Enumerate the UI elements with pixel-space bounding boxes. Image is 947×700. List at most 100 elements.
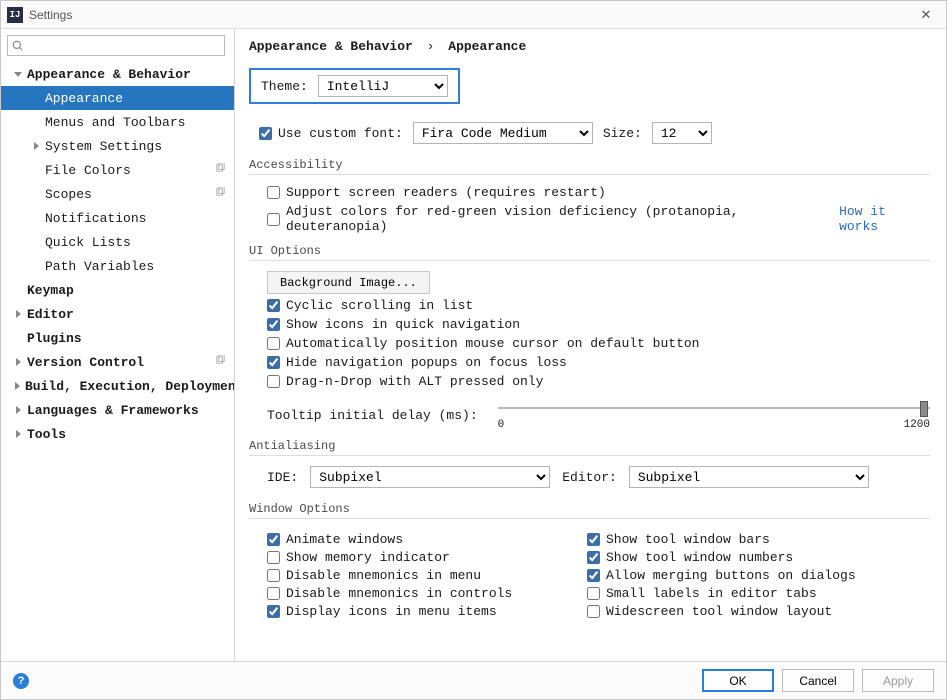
ok-button[interactable]: OK bbox=[702, 669, 774, 692]
cyclic-scrolling-checkbox[interactable]: Cyclic scrolling in list bbox=[267, 298, 473, 313]
aa-ide-label: IDE: bbox=[267, 470, 298, 485]
tree-indent bbox=[31, 213, 41, 223]
window-option-small-labels-in-editor-tabs[interactable]: Small labels in editor tabs bbox=[587, 586, 817, 601]
settings-sidebar: Appearance & Behavior Appearance Menus and… bbox=[1, 29, 235, 661]
ui-options-heading: UI Options bbox=[249, 244, 930, 261]
sidebar-item-languages-frameworks[interactable]: Languages & Frameworks bbox=[1, 398, 234, 422]
window-option-widescreen-tool-window-layout[interactable]: Widescreen tool window layout bbox=[587, 604, 832, 619]
sidebar-item-version-control[interactable]: Version Control bbox=[1, 350, 234, 374]
sidebar-item-appearance-behavior[interactable]: Appearance & Behavior bbox=[1, 62, 234, 86]
chevron-right-icon[interactable] bbox=[13, 309, 23, 319]
tree-indent bbox=[31, 165, 41, 175]
color-deficiency-checkbox[interactable]: Adjust colors for red-green vision defic… bbox=[267, 204, 831, 234]
chevron-right-icon[interactable] bbox=[13, 357, 23, 367]
tree-indent bbox=[31, 117, 41, 127]
font-size-combo[interactable]: 12 bbox=[652, 122, 712, 144]
chevron-right-icon[interactable] bbox=[31, 141, 41, 151]
tree-indent bbox=[31, 261, 41, 271]
sidebar-item-quick-lists[interactable]: Quick Lists bbox=[1, 230, 234, 254]
window-titlebar: IJ Settings ✕ bbox=[1, 1, 946, 29]
tooltip-delay-slider[interactable]: 0 1200 bbox=[498, 401, 930, 429]
search-input-wrap[interactable] bbox=[7, 35, 225, 56]
theme-selector-region: Theme: IntelliJ bbox=[249, 68, 460, 104]
apply-button[interactable]: Apply bbox=[862, 669, 934, 692]
sidebar-item-plugins[interactable]: Plugins bbox=[1, 326, 234, 350]
project-scope-icon bbox=[215, 355, 226, 370]
breadcrumb-separator: › bbox=[427, 39, 435, 54]
background-image-button[interactable]: Background Image... bbox=[267, 271, 430, 294]
font-family-combo[interactable]: Fira Code Medium bbox=[413, 122, 593, 144]
tree-indent bbox=[31, 189, 41, 199]
settings-main-panel: Appearance & Behavior › Appearance Theme… bbox=[235, 29, 946, 661]
screen-readers-checkbox[interactable]: Support screen readers (requires restart… bbox=[267, 185, 606, 200]
font-size-label: Size: bbox=[603, 126, 642, 141]
chevron-right-icon[interactable] bbox=[13, 405, 23, 415]
window-option-allow-merging-buttons-on-dialogs[interactable]: Allow merging buttons on dialogs bbox=[587, 568, 856, 583]
sidebar-item-notifications[interactable]: Notifications bbox=[1, 206, 234, 230]
sidebar-item-appearance[interactable]: Appearance bbox=[1, 86, 234, 110]
project-scope-icon bbox=[215, 187, 226, 202]
tree-indent bbox=[31, 237, 41, 247]
sidebar-item-label: Appearance bbox=[45, 91, 123, 106]
app-icon: IJ bbox=[7, 7, 23, 23]
sidebar-item-file-colors[interactable]: File Colors bbox=[1, 158, 234, 182]
sidebar-item-label: Appearance & Behavior bbox=[27, 67, 191, 82]
search-input[interactable] bbox=[28, 38, 220, 54]
auto-mouse-checkbox[interactable]: Automatically position mouse cursor on d… bbox=[267, 336, 699, 351]
sidebar-item-label: Build, Execution, Deployment bbox=[25, 379, 234, 394]
close-icon[interactable]: ✕ bbox=[912, 7, 940, 23]
sidebar-item-label: System Settings bbox=[45, 139, 162, 154]
sidebar-item-label: Plugins bbox=[27, 331, 82, 346]
tree-indent bbox=[13, 333, 23, 343]
theme-label: Theme: bbox=[261, 79, 308, 94]
sidebar-item-build-execution-deployment[interactable]: Build, Execution, Deployment bbox=[1, 374, 234, 398]
sidebar-item-label: Editor bbox=[27, 307, 74, 322]
accessibility-heading: Accessibility bbox=[249, 158, 930, 175]
antialiasing-heading: Antialiasing bbox=[249, 439, 930, 456]
sidebar-item-label: Notifications bbox=[45, 211, 146, 226]
use-custom-font-checkbox[interactable]: Use custom font: bbox=[259, 126, 403, 141]
sidebar-item-tools[interactable]: Tools bbox=[1, 422, 234, 446]
how-it-works-link[interactable]: How it works bbox=[839, 204, 930, 234]
sidebar-item-editor[interactable]: Editor bbox=[1, 302, 234, 326]
sidebar-item-label: Version Control bbox=[27, 355, 144, 370]
chevron-down-icon[interactable] bbox=[13, 69, 23, 79]
settings-tree[interactable]: Appearance & Behavior Appearance Menus and… bbox=[1, 60, 234, 661]
aa-editor-label: Editor: bbox=[562, 470, 617, 485]
chevron-right-icon[interactable] bbox=[13, 381, 21, 391]
aa-editor-combo[interactable]: Subpixel bbox=[629, 466, 869, 488]
quick-nav-icons-checkbox[interactable]: Show icons in quick navigation bbox=[267, 317, 520, 332]
window-title: Settings bbox=[29, 8, 912, 22]
dialog-button-bar: ? OK Cancel Apply bbox=[1, 661, 946, 699]
sidebar-item-label: Keymap bbox=[27, 283, 74, 298]
sidebar-item-system-settings[interactable]: System Settings bbox=[1, 134, 234, 158]
theme-combo[interactable]: IntelliJ bbox=[318, 75, 448, 97]
cancel-button[interactable]: Cancel bbox=[782, 669, 854, 692]
drag-alt-checkbox[interactable]: Drag-n-Drop with ALT pressed only bbox=[267, 374, 543, 389]
slider-thumb[interactable] bbox=[920, 401, 928, 417]
tooltip-delay-label: Tooltip initial delay (ms): bbox=[267, 408, 478, 423]
sidebar-item-label: Tools bbox=[27, 427, 66, 442]
window-options-heading: Window Options bbox=[249, 502, 930, 519]
sidebar-item-label: Languages & Frameworks bbox=[27, 403, 199, 418]
window-option-disable-mnemonics-in-menu[interactable]: Disable mnemonics in menu bbox=[267, 568, 481, 583]
sidebar-item-path-variables[interactable]: Path Variables bbox=[1, 254, 234, 278]
window-option-show-memory-indicator[interactable]: Show memory indicator bbox=[267, 550, 450, 565]
search-icon bbox=[12, 40, 24, 52]
sidebar-item-label: Menus and Toolbars bbox=[45, 115, 185, 130]
chevron-right-icon[interactable] bbox=[13, 429, 23, 439]
sidebar-item-scopes[interactable]: Scopes bbox=[1, 182, 234, 206]
sidebar-item-label: Quick Lists bbox=[45, 235, 131, 250]
sidebar-item-menus-and-toolbars[interactable]: Menus and Toolbars bbox=[1, 110, 234, 134]
sidebar-item-keymap[interactable]: Keymap bbox=[1, 278, 234, 302]
window-option-show-tool-window-numbers[interactable]: Show tool window numbers bbox=[587, 550, 793, 565]
help-icon[interactable]: ? bbox=[13, 673, 29, 689]
window-option-animate-windows[interactable]: Animate windows bbox=[267, 532, 403, 547]
hide-popups-checkbox[interactable]: Hide navigation popups on focus loss bbox=[267, 355, 567, 370]
window-option-display-icons-in-menu-items[interactable]: Display icons in menu items bbox=[267, 604, 497, 619]
window-option-show-tool-window-bars[interactable]: Show tool window bars bbox=[587, 532, 770, 547]
sidebar-item-label: Scopes bbox=[45, 187, 92, 202]
aa-ide-combo[interactable]: Subpixel bbox=[310, 466, 550, 488]
window-option-disable-mnemonics-in-controls[interactable]: Disable mnemonics in controls bbox=[267, 586, 512, 601]
sidebar-item-label: Path Variables bbox=[45, 259, 154, 274]
